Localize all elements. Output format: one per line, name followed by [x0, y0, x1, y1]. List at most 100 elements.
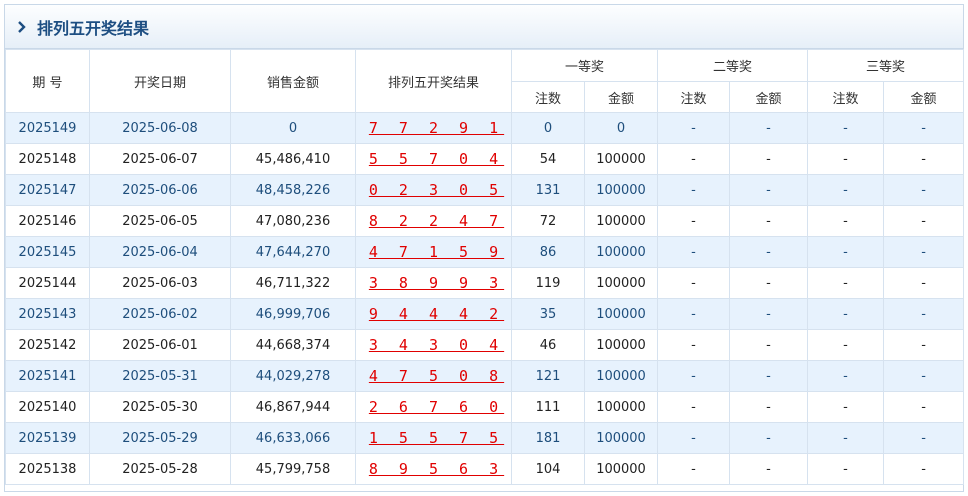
- col-first-prize: 一等奖: [510, 49, 659, 82]
- date-cell: 2025-05-31: [89, 360, 231, 392]
- second-amount-cell: -: [729, 267, 809, 299]
- result-link[interactable]: 8 9 5 6 3: [363, 460, 504, 478]
- table-row: 2025147 2025-06-06 48,458,226 0 2 3 0 5 …: [5, 174, 965, 206]
- issue-cell: 2025146: [5, 205, 90, 237]
- col-third-prize: 三等奖: [807, 49, 965, 82]
- result-link[interactable]: 7 7 2 9 1: [363, 119, 504, 137]
- col-date: 开奖日期: [89, 49, 231, 113]
- third-count-cell: -: [807, 174, 885, 206]
- col-issue: 期 号: [5, 49, 90, 113]
- table-row: 2025143 2025-06-02 46,999,706 9 4 4 4 2 …: [5, 298, 965, 330]
- second-count-cell: -: [657, 422, 731, 454]
- third-count-cell: -: [807, 205, 885, 237]
- second-amount-cell: -: [729, 422, 809, 454]
- sales-cell: 48,458,226: [230, 174, 356, 206]
- result-link[interactable]: 8 2 2 4 7: [363, 212, 504, 230]
- date-cell: 2025-06-04: [89, 236, 231, 268]
- sales-cell: 0: [230, 112, 356, 144]
- third-count-cell: -: [807, 422, 885, 454]
- issue-cell: 2025139: [5, 422, 90, 454]
- date-cell: 2025-06-03: [89, 267, 231, 299]
- second-count-cell: -: [657, 143, 731, 175]
- first-count-cell: 86: [511, 236, 585, 268]
- result-link[interactable]: 3 4 3 0 4: [363, 336, 504, 354]
- second-amount-cell: -: [729, 143, 809, 175]
- sales-cell: 46,633,066: [230, 422, 356, 454]
- table-row: 2025138 2025-05-28 45,799,758 8 9 5 6 3 …: [5, 453, 965, 485]
- table-body: 2025149 2025-06-08 0 7 7 2 9 1 0 0 - - -…: [5, 112, 965, 485]
- result-link[interactable]: 1 5 5 7 5: [363, 429, 504, 447]
- date-cell: 2025-06-05: [89, 205, 231, 237]
- second-amount-cell: -: [729, 236, 809, 268]
- result-cell: 4 7 5 0 8: [355, 360, 512, 392]
- col-first-count: 注数: [511, 81, 585, 113]
- result-link[interactable]: 4 7 1 5 9: [363, 243, 504, 261]
- first-amount-cell: 100000: [583, 267, 659, 299]
- issue-cell: 2025140: [5, 391, 90, 423]
- result-link[interactable]: 3 8 9 9 3: [363, 274, 504, 292]
- col-third-count: 注数: [807, 81, 885, 113]
- result-cell: 1 5 5 7 5: [355, 422, 512, 454]
- sales-cell: 46,999,706: [230, 298, 356, 330]
- third-amount-cell: -: [883, 112, 965, 144]
- result-cell: 0 2 3 0 5: [355, 174, 512, 206]
- col-sales: 销售金额: [230, 49, 356, 113]
- result-cell: 3 8 9 9 3: [355, 267, 512, 299]
- page-title: 排列五开奖结果: [37, 18, 150, 38]
- first-amount-cell: 100000: [583, 205, 659, 237]
- result-cell: 3 4 3 0 4: [355, 329, 512, 361]
- second-count-cell: -: [657, 236, 731, 268]
- third-count-cell: -: [807, 453, 885, 485]
- third-amount-cell: -: [883, 422, 965, 454]
- result-link[interactable]: 5 5 7 0 4: [363, 150, 504, 168]
- table-row: 2025148 2025-06-07 45,486,410 5 5 7 0 4 …: [5, 143, 965, 175]
- sales-cell: 44,029,278: [230, 360, 356, 392]
- result-link[interactable]: 0 2 3 0 5: [363, 181, 504, 199]
- date-cell: 2025-06-07: [89, 143, 231, 175]
- table-row: 2025145 2025-06-04 47,644,270 4 7 1 5 9 …: [5, 236, 965, 268]
- issue-cell: 2025145: [5, 236, 90, 268]
- result-cell: 8 9 5 6 3: [355, 453, 512, 485]
- first-count-cell: 119: [511, 267, 585, 299]
- table-header: 期 号 开奖日期 销售金额 排列五开奖结果 一等奖 二等奖 三等奖 注数 金额 …: [5, 49, 965, 113]
- first-amount-cell: 100000: [583, 236, 659, 268]
- second-amount-cell: -: [729, 329, 809, 361]
- first-count-cell: 121: [511, 360, 585, 392]
- second-amount-cell: -: [729, 391, 809, 423]
- first-amount-cell: 100000: [583, 174, 659, 206]
- sales-cell: 45,799,758: [230, 453, 356, 485]
- issue-cell: 2025138: [5, 453, 90, 485]
- second-amount-cell: -: [729, 453, 809, 485]
- table-row: 2025140 2025-05-30 46,867,944 2 6 7 6 0 …: [5, 391, 965, 423]
- result-link[interactable]: 2 6 7 6 0: [363, 398, 504, 416]
- first-amount-cell: 100000: [583, 453, 659, 485]
- result-link[interactable]: 4 7 5 0 8: [363, 367, 504, 385]
- table-row: 2025141 2025-05-31 44,029,278 4 7 5 0 8 …: [5, 360, 965, 392]
- third-count-cell: -: [807, 267, 885, 299]
- col-first-amount: 金额: [583, 81, 659, 113]
- third-count-cell: -: [807, 360, 885, 392]
- second-amount-cell: -: [729, 298, 809, 330]
- second-amount-cell: -: [729, 174, 809, 206]
- result-cell: 7 7 2 9 1: [355, 112, 512, 144]
- second-amount-cell: -: [729, 205, 809, 237]
- second-count-cell: -: [657, 298, 731, 330]
- sales-cell: 46,711,322: [230, 267, 356, 299]
- first-count-cell: 104: [511, 453, 585, 485]
- first-amount-cell: 100000: [583, 143, 659, 175]
- table-row: 2025144 2025-06-03 46,711,322 3 8 9 9 3 …: [5, 267, 965, 299]
- result-cell: 8 2 2 4 7: [355, 205, 512, 237]
- third-amount-cell: -: [883, 143, 965, 175]
- date-cell: 2025-06-02: [89, 298, 231, 330]
- third-amount-cell: -: [883, 298, 965, 330]
- table-row: 2025142 2025-06-01 44,668,374 3 4 3 0 4 …: [5, 329, 965, 361]
- first-count-cell: 54: [511, 143, 585, 175]
- first-amount-cell: 100000: [583, 391, 659, 423]
- col-second-amount: 金额: [729, 81, 809, 113]
- sales-cell: 45,486,410: [230, 143, 356, 175]
- result-cell: 5 5 7 0 4: [355, 143, 512, 175]
- col-second-prize: 二等奖: [657, 49, 809, 82]
- issue-cell: 2025148: [5, 143, 90, 175]
- first-count-cell: 72: [511, 205, 585, 237]
- result-link[interactable]: 9 4 4 4 2: [363, 305, 504, 323]
